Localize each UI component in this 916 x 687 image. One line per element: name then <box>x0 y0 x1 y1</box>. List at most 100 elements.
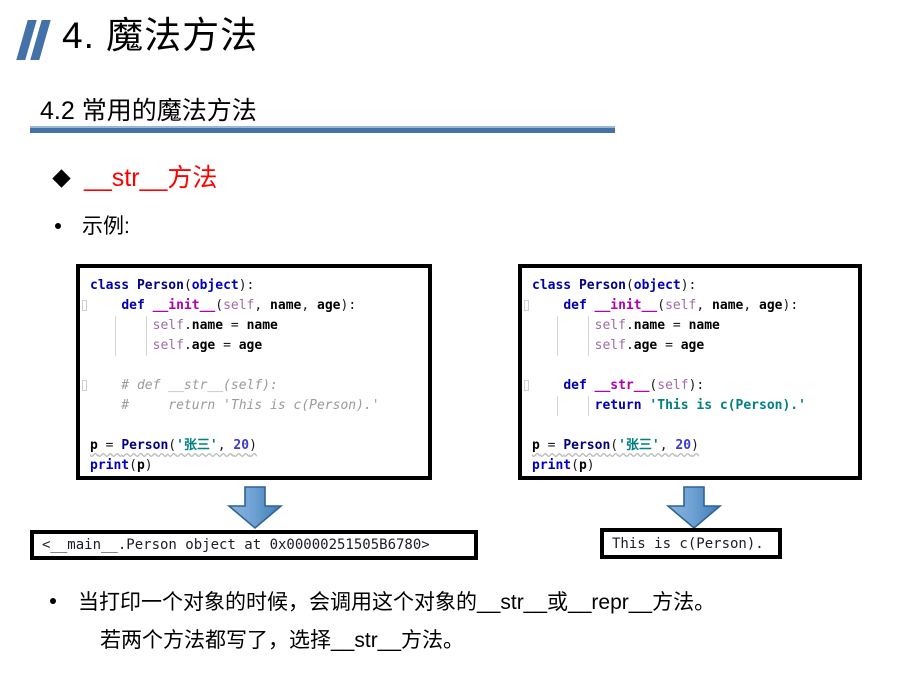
indent-guide <box>588 316 589 336</box>
code-token: Person <box>563 438 611 453</box>
code-token: age <box>680 338 705 353</box>
section-heading-underline <box>30 126 615 133</box>
code-block-without-str: class Person(object): def __init__(self,… <box>76 264 432 480</box>
code-token: , <box>696 298 713 313</box>
code-token: object <box>633 278 681 293</box>
code-token: , <box>254 298 271 313</box>
code-token: ( <box>625 278 634 293</box>
code-token: ( <box>610 438 619 453</box>
code-token: age <box>759 298 783 313</box>
indent-guide <box>146 336 147 356</box>
code-line: def __init__(self, name, age): <box>82 296 422 316</box>
code-token: 20 <box>233 438 250 453</box>
code-token: age <box>191 338 216 353</box>
indent-guide <box>588 336 589 356</box>
code-token: __init__ <box>594 298 658 313</box>
bullet-str-method: __str__方法 <box>52 162 217 195</box>
bottom-note-line2: 若两个方法都写了，选择__str__方法。 <box>100 629 465 652</box>
code-token: ) <box>144 458 153 473</box>
code-token: . <box>625 338 634 353</box>
code-token: p <box>90 438 98 453</box>
code-token: age <box>633 338 658 353</box>
code-token: ( <box>657 298 666 313</box>
indent-guide <box>115 316 116 336</box>
code-token: = <box>665 318 689 333</box>
code-token: self <box>152 338 184 353</box>
code-token: . <box>183 318 192 333</box>
code-line: self.age = age <box>532 336 852 356</box>
code-line: class Person(object): <box>532 276 852 296</box>
code-token: name <box>246 318 278 333</box>
code-token: print <box>532 458 572 473</box>
code-token: return <box>594 398 650 413</box>
code-token: ) <box>586 458 595 473</box>
code-block-with-str: class Person(object): def __init__(self,… <box>518 264 862 480</box>
code-token: '张三' <box>618 438 660 453</box>
code-token: name <box>688 318 720 333</box>
code-line: p = Person('张三', 20) <box>90 436 422 456</box>
indent-guide <box>146 316 147 336</box>
code-token: def <box>121 298 153 313</box>
code-token: name <box>270 298 302 313</box>
code-line: self.name = name <box>90 316 422 336</box>
code-line: self.name = name <box>532 316 852 336</box>
code-token: ( <box>168 438 177 453</box>
code-token: self <box>665 298 697 313</box>
code-token: . <box>183 338 192 353</box>
code-token: name <box>191 318 224 333</box>
code-token: class <box>532 278 579 293</box>
code-line: # def __str__(self): <box>82 376 422 396</box>
code-token: = <box>215 338 239 353</box>
code-token: '张三' <box>176 438 218 453</box>
code-token: ) <box>691 438 699 453</box>
code-token: ( <box>183 278 192 293</box>
code-token: __str__ <box>594 378 650 393</box>
code-token: p <box>532 438 540 453</box>
bottom-note-line1: 当打印一个对象的时候，会调用这个对象的__str__或__repr__方法。 <box>78 591 716 614</box>
code-token: self <box>657 378 689 393</box>
code-line: print(p) <box>90 456 422 476</box>
code-token: 'This is c(Person).' <box>649 398 806 413</box>
code-line: # return 'This is c(Person).' <box>90 396 422 416</box>
code-token: def <box>563 298 595 313</box>
arrow-down-icon-left <box>226 486 284 530</box>
page-title: 4. 魔法方法 <box>62 15 259 56</box>
code-token: print <box>90 458 130 473</box>
indent-guide <box>557 336 558 356</box>
indent-guide <box>557 316 558 336</box>
code-token: __init__ <box>152 298 216 313</box>
code-token: , <box>217 438 234 453</box>
code-token: ): <box>238 278 255 293</box>
output-box-default-repr: <__main__.Person object at 0x00000251505… <box>30 530 478 560</box>
round-bullet-icon <box>55 223 61 229</box>
code-token: self <box>152 318 184 333</box>
code-token: , <box>659 438 676 453</box>
code-token: ( <box>129 458 137 473</box>
code-token: name <box>633 318 666 333</box>
round-bullet-icon <box>50 598 56 604</box>
section-heading: 4.2 常用的魔法方法 <box>40 97 257 125</box>
arrow-down-icon-right <box>665 486 723 530</box>
code-token: 20 <box>675 438 692 453</box>
indent-guide <box>557 396 558 416</box>
code-line: def __str__(self): <box>524 376 852 396</box>
code-token: def <box>563 378 595 393</box>
code-line: self.age = age <box>90 336 422 356</box>
code-token: self <box>223 298 255 313</box>
code-token: . <box>625 318 634 333</box>
fold-marker-icon <box>524 380 529 391</box>
code-token: Person <box>136 278 184 293</box>
bottom-note: 当打印一个对象的时候，会调用这个对象的__str__或__repr__方法。 若… <box>50 584 900 660</box>
code-token: # def __str__(self): <box>90 378 278 393</box>
